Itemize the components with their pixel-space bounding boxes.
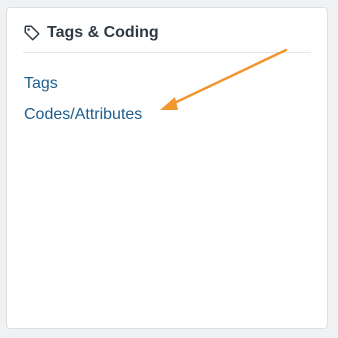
codes-attributes-link[interactable]: Codes/Attributes (24, 99, 142, 130)
link-list: Tags Codes/Attributes (24, 68, 142, 130)
panel-header: Tags & Coding (23, 18, 311, 53)
tags-coding-panel: Tags & Coding Tags Codes/Attributes (6, 7, 328, 329)
panel-title: Tags & Coding (47, 24, 159, 41)
tag-icon (24, 25, 40, 41)
tags-link[interactable]: Tags (24, 68, 142, 99)
